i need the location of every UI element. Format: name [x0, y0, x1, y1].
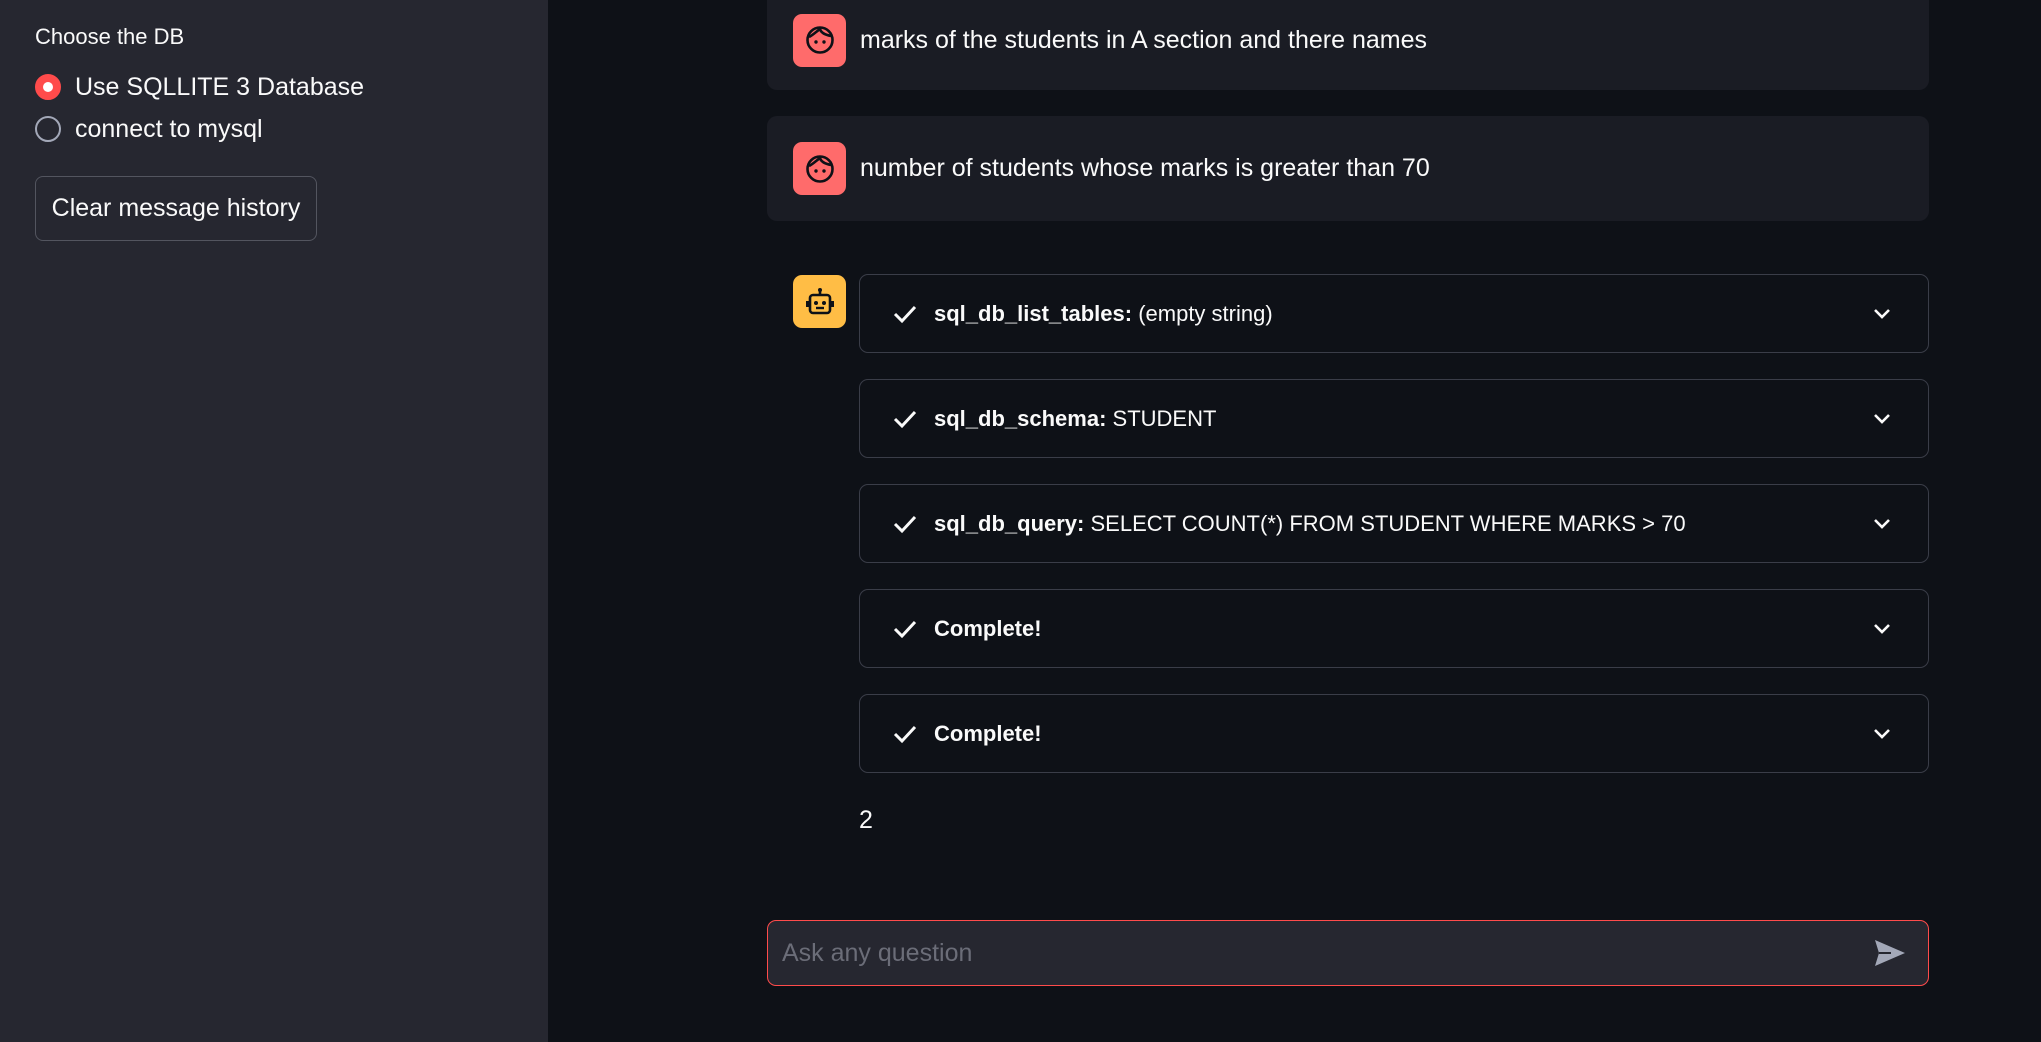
chat-input[interactable] — [768, 921, 1860, 985]
check-icon — [890, 614, 920, 644]
step-tool-name: Complete! — [934, 615, 1042, 641]
bot-answer-text: 2 — [859, 806, 873, 834]
chevron-down-icon[interactable] — [1870, 617, 1894, 641]
db-choice-label: Choose the DB — [35, 24, 185, 49]
step-title: Complete! — [934, 721, 1042, 747]
chat-input-container — [767, 920, 1929, 986]
user-face-icon — [793, 142, 846, 195]
radio-label-sqlite: Use SQLLITE 3 Database — [75, 72, 365, 101]
step-expander[interactable]: Complete! — [859, 589, 1929, 668]
step-title: sql_db_list_tables: (empty string) — [934, 301, 1273, 327]
step-expander[interactable]: sql_db_schema: STUDENT — [859, 379, 1929, 458]
check-icon — [890, 299, 920, 329]
radio-label-mysql: connect to mysql — [75, 114, 263, 143]
chevron-down-icon[interactable] — [1870, 722, 1894, 746]
step-title: sql_db_query: SELECT COUNT(*) FROM STUDE… — [934, 511, 1686, 537]
send-button[interactable] — [1860, 923, 1920, 983]
check-icon — [890, 404, 920, 434]
radio-checked-icon[interactable] — [35, 74, 61, 100]
chevron-down-icon[interactable] — [1870, 302, 1894, 326]
robot-icon — [793, 275, 846, 328]
clear-history-button[interactable]: Clear message history — [35, 176, 317, 241]
sidebar: Choose the DB Use SQLLITE 3 Database con… — [0, 0, 548, 1042]
user-message-text: number of students whose marks is greate… — [860, 154, 1430, 182]
radio-option-sqlite[interactable]: Use SQLLITE 3 Database — [35, 70, 364, 104]
step-expander[interactable]: sql_db_query: SELECT COUNT(*) FROM STUDE… — [859, 484, 1929, 563]
send-icon — [1875, 940, 1905, 966]
step-expander[interactable]: Complete! — [859, 694, 1929, 773]
step-title: sql_db_schema: STUDENT — [934, 406, 1216, 432]
chevron-down-icon[interactable] — [1870, 512, 1894, 536]
radio-unchecked-icon[interactable] — [35, 116, 61, 142]
radio-option-mysql[interactable]: connect to mysql — [35, 112, 263, 146]
user-message-text: marks of the students in A section and t… — [860, 25, 1427, 54]
check-icon — [890, 509, 920, 539]
chat-message-user: number of students whose marks is greate… — [767, 116, 1929, 221]
step-title: Complete! — [934, 616, 1042, 642]
step-tool-name: Complete! — [934, 720, 1042, 746]
step-detail: STUDENT — [1106, 405, 1217, 431]
step-tool-name: sql_db_query: — [934, 510, 1085, 536]
chevron-down-icon[interactable] — [1870, 407, 1894, 431]
main-chat-area: marks of the students in A section and t… — [548, 0, 2041, 1042]
chat-message-user: marks of the students in A section and t… — [767, 0, 1929, 90]
bot-avatar — [793, 275, 846, 328]
step-expander[interactable]: sql_db_list_tables: (empty string) — [859, 274, 1929, 353]
step-detail: SELECT COUNT(*) FROM STUDENT WHERE MARKS… — [1084, 510, 1686, 536]
check-icon — [890, 719, 920, 749]
user-face-icon — [793, 13, 846, 67]
step-tool-name: sql_db_schema: — [934, 405, 1107, 431]
step-tool-name: sql_db_list_tables: — [934, 300, 1133, 326]
step-detail: (empty string) — [1132, 300, 1273, 326]
